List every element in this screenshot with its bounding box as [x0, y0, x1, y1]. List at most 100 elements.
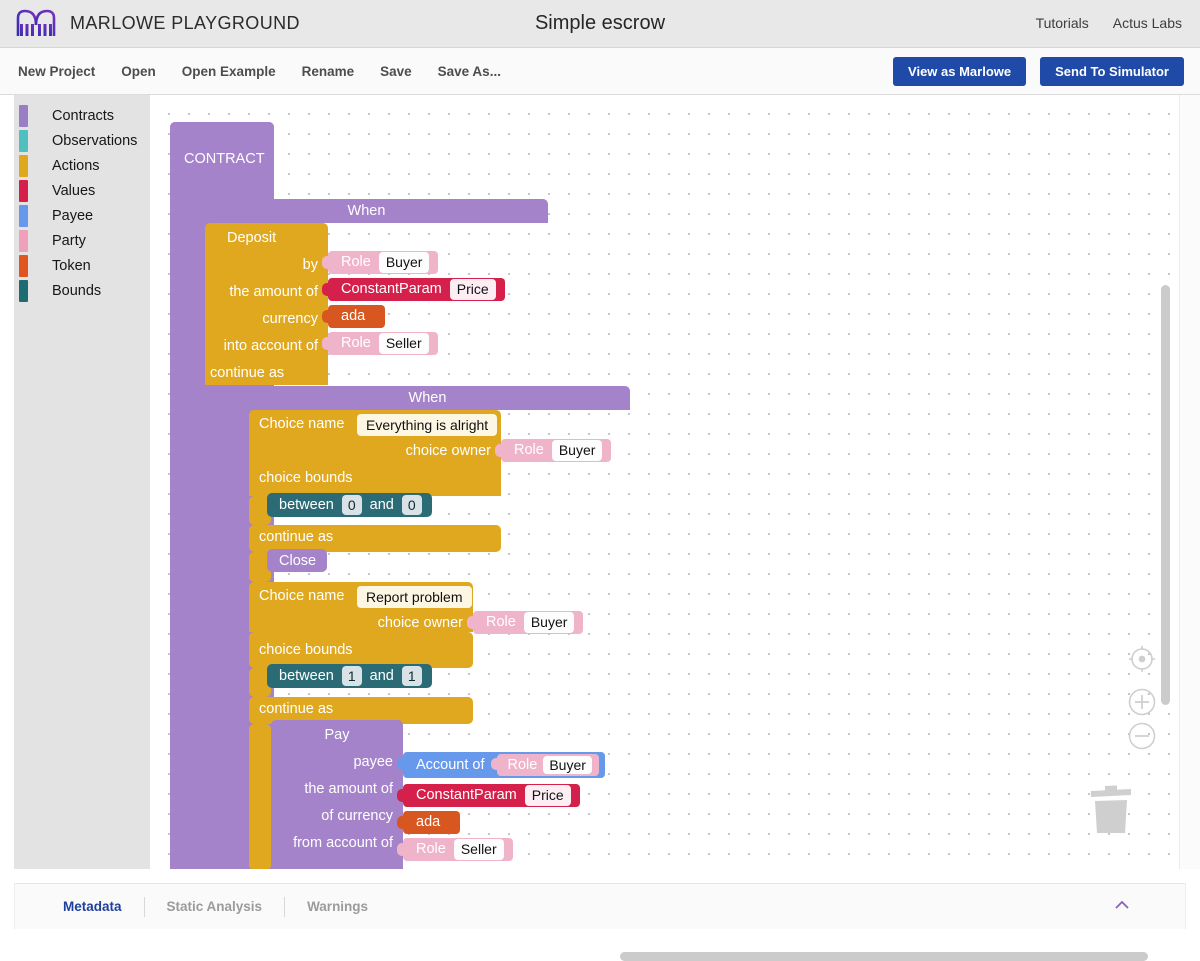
- tutorials-link[interactable]: Tutorials: [1036, 15, 1089, 31]
- tab-warnings[interactable]: Warnings: [285, 899, 390, 914]
- deposit-row-label-by: by: [205, 258, 318, 273]
- deposit-block-body: [205, 223, 328, 385]
- chip-role-buyer-choice2[interactable]: Role Buyer: [473, 611, 583, 634]
- sidebar-item-contracts[interactable]: Contracts: [14, 103, 150, 128]
- when2-left-column: [225, 386, 249, 869]
- bounds1-max-field[interactable]: 0: [402, 495, 422, 515]
- chip-field-buyer[interactable]: Buyer: [379, 252, 430, 272]
- chip-role-seller-pay[interactable]: Role Seller: [403, 838, 513, 861]
- sidebar-item-party[interactable]: Party: [14, 228, 150, 253]
- chip-field-seller-pay[interactable]: Seller: [454, 839, 504, 859]
- bounds2-min-field[interactable]: 1: [342, 666, 362, 686]
- chip-field-seller[interactable]: Seller: [379, 333, 429, 353]
- chip-token-ada-deposit[interactable]: ada: [328, 305, 385, 328]
- menu-open[interactable]: Open: [121, 64, 156, 79]
- menu-save[interactable]: Save: [380, 64, 412, 79]
- blockly-canvas[interactable]: CONTRACT When Deposit by the amount of c…: [150, 95, 1180, 869]
- sidebar-item-actions[interactable]: Actions: [14, 153, 150, 178]
- chip-type-role-pay: Role: [508, 758, 538, 773]
- canvas-right-gutter: [1180, 95, 1200, 869]
- choice2-name-label: Choice name: [259, 589, 344, 604]
- menu-rename[interactable]: Rename: [302, 64, 355, 79]
- app-header: MARLOWE PLAYGROUND Simple escrow Tutoria…: [0, 0, 1200, 48]
- chip-type-role-choice2: Role: [486, 615, 516, 630]
- bottom-tabs: Metadata Static Analysis Warnings: [15, 897, 390, 917]
- sidebar-label-values: Values: [52, 183, 95, 199]
- bounds2-text-and: and: [370, 669, 394, 684]
- block-bounds-1[interactable]: between 0 and 0: [267, 493, 432, 517]
- sidebar-item-bounds[interactable]: Bounds: [14, 278, 150, 303]
- sidebar-label-token: Token: [52, 258, 91, 274]
- swatch-bounds: [19, 280, 28, 302]
- chip-role-seller-deposit[interactable]: Role Seller: [328, 332, 438, 355]
- menu-items: New Project Open Open Example Rename Sav…: [0, 64, 501, 79]
- brand-title: MARLOWE PLAYGROUND: [70, 13, 300, 34]
- sidebar-label-contracts: Contracts: [52, 108, 114, 124]
- tab-metadata[interactable]: Metadata: [41, 899, 144, 914]
- sidebar-item-values[interactable]: Values: [14, 178, 150, 203]
- choice1-name-field[interactable]: Everything is alright: [357, 414, 497, 436]
- chip-type-constantparam: ConstantParam: [341, 282, 442, 297]
- chip-type-role: Role: [341, 255, 371, 270]
- chip-field-price[interactable]: Price: [450, 279, 496, 299]
- chevron-up-icon[interactable]: [1113, 898, 1131, 912]
- block-bounds-2[interactable]: between 1 and 1: [267, 664, 432, 688]
- send-to-simulator-button[interactable]: Send To Simulator: [1040, 57, 1184, 86]
- sidebar-label-bounds: Bounds: [52, 283, 101, 299]
- swatch-values: [19, 180, 28, 202]
- deposit-row-label-currency: currency: [205, 312, 318, 327]
- choice1-bounds-label: choice bounds: [259, 471, 353, 486]
- chip-type-constantparam-pay: ConstantParam: [416, 788, 517, 803]
- sidebar-item-payee[interactable]: Payee: [14, 203, 150, 228]
- bounds1-text-and: and: [370, 498, 394, 513]
- zoom-reset-icon[interactable]: [1127, 644, 1157, 674]
- choice2-bounds-label: choice bounds: [259, 643, 353, 658]
- actus-labs-link[interactable]: Actus Labs: [1113, 15, 1182, 31]
- menu-open-example[interactable]: Open Example: [182, 64, 276, 79]
- swatch-observations: [19, 130, 28, 152]
- chip-role-buyer-pay[interactable]: Role Buyer: [497, 754, 599, 776]
- deposit-row-label-continue: continue as: [210, 366, 284, 381]
- chip-field-price-pay[interactable]: Price: [525, 785, 571, 805]
- close-label: Close: [279, 554, 316, 569]
- pay-title: Pay: [271, 728, 403, 743]
- bottom-panel: Metadata Static Analysis Warnings: [0, 871, 1200, 929]
- canvas-horizontal-scrollbar[interactable]: [620, 952, 1148, 961]
- choice2-owner-label: choice owner: [249, 616, 463, 631]
- zoom-out-icon[interactable]: [1127, 721, 1157, 751]
- main-area: Contracts Observations Actions Values Pa…: [0, 95, 1200, 871]
- chip-constantparam-price-pay[interactable]: ConstantParam Price: [403, 784, 580, 807]
- chip-role-buyer-choice1[interactable]: Role Buyer: [501, 439, 611, 462]
- trash-icon[interactable]: [1085, 779, 1137, 835]
- sidebar-label-actions: Actions: [52, 158, 100, 174]
- contract-block-label: CONTRACT: [184, 152, 265, 167]
- chip-account-of-pay[interactable]: Account of Role Buyer: [403, 752, 605, 778]
- category-list: Contracts Observations Actions Values Pa…: [14, 95, 150, 303]
- chip-field-buyer-choice2[interactable]: Buyer: [524, 612, 575, 632]
- chip-token-ada-pay[interactable]: ada: [403, 811, 460, 834]
- chip-constantparam-price-deposit[interactable]: ConstantParam Price: [328, 278, 505, 301]
- chip-role-buyer-deposit[interactable]: Role Buyer: [328, 251, 438, 274]
- menu-save-as[interactable]: Save As...: [438, 64, 501, 79]
- when1-label: When: [185, 204, 548, 219]
- chip-type-account-of: Account of: [416, 758, 485, 773]
- menu-new-project[interactable]: New Project: [18, 64, 95, 79]
- deposit-notch: [219, 223, 241, 230]
- chip-type-role-choice1: Role: [514, 443, 544, 458]
- chip-field-buyer-choice1[interactable]: Buyer: [552, 440, 603, 460]
- choice2-name-field-wrap: Report problem: [357, 586, 472, 608]
- sidebar-item-observations[interactable]: Observations: [14, 128, 150, 153]
- bounds2-max-field[interactable]: 1: [402, 666, 422, 686]
- choice2-body-pay-slot: [249, 724, 271, 869]
- view-as-marlowe-button[interactable]: View as Marlowe: [893, 57, 1026, 86]
- choice2-name-field[interactable]: Report problem: [357, 586, 472, 608]
- swatch-contracts: [19, 105, 28, 127]
- chip-type-role-from-pay: Role: [416, 842, 446, 857]
- pay-payee-label: payee: [271, 755, 393, 770]
- bounds1-min-field[interactable]: 0: [342, 495, 362, 515]
- zoom-in-icon[interactable]: [1127, 687, 1157, 717]
- tab-static-analysis[interactable]: Static Analysis: [145, 899, 285, 914]
- chip-field-buyer-pay[interactable]: Buyer: [543, 756, 592, 774]
- sidebar-item-token[interactable]: Token: [14, 253, 150, 278]
- canvas-vertical-scrollbar[interactable]: [1161, 285, 1170, 705]
